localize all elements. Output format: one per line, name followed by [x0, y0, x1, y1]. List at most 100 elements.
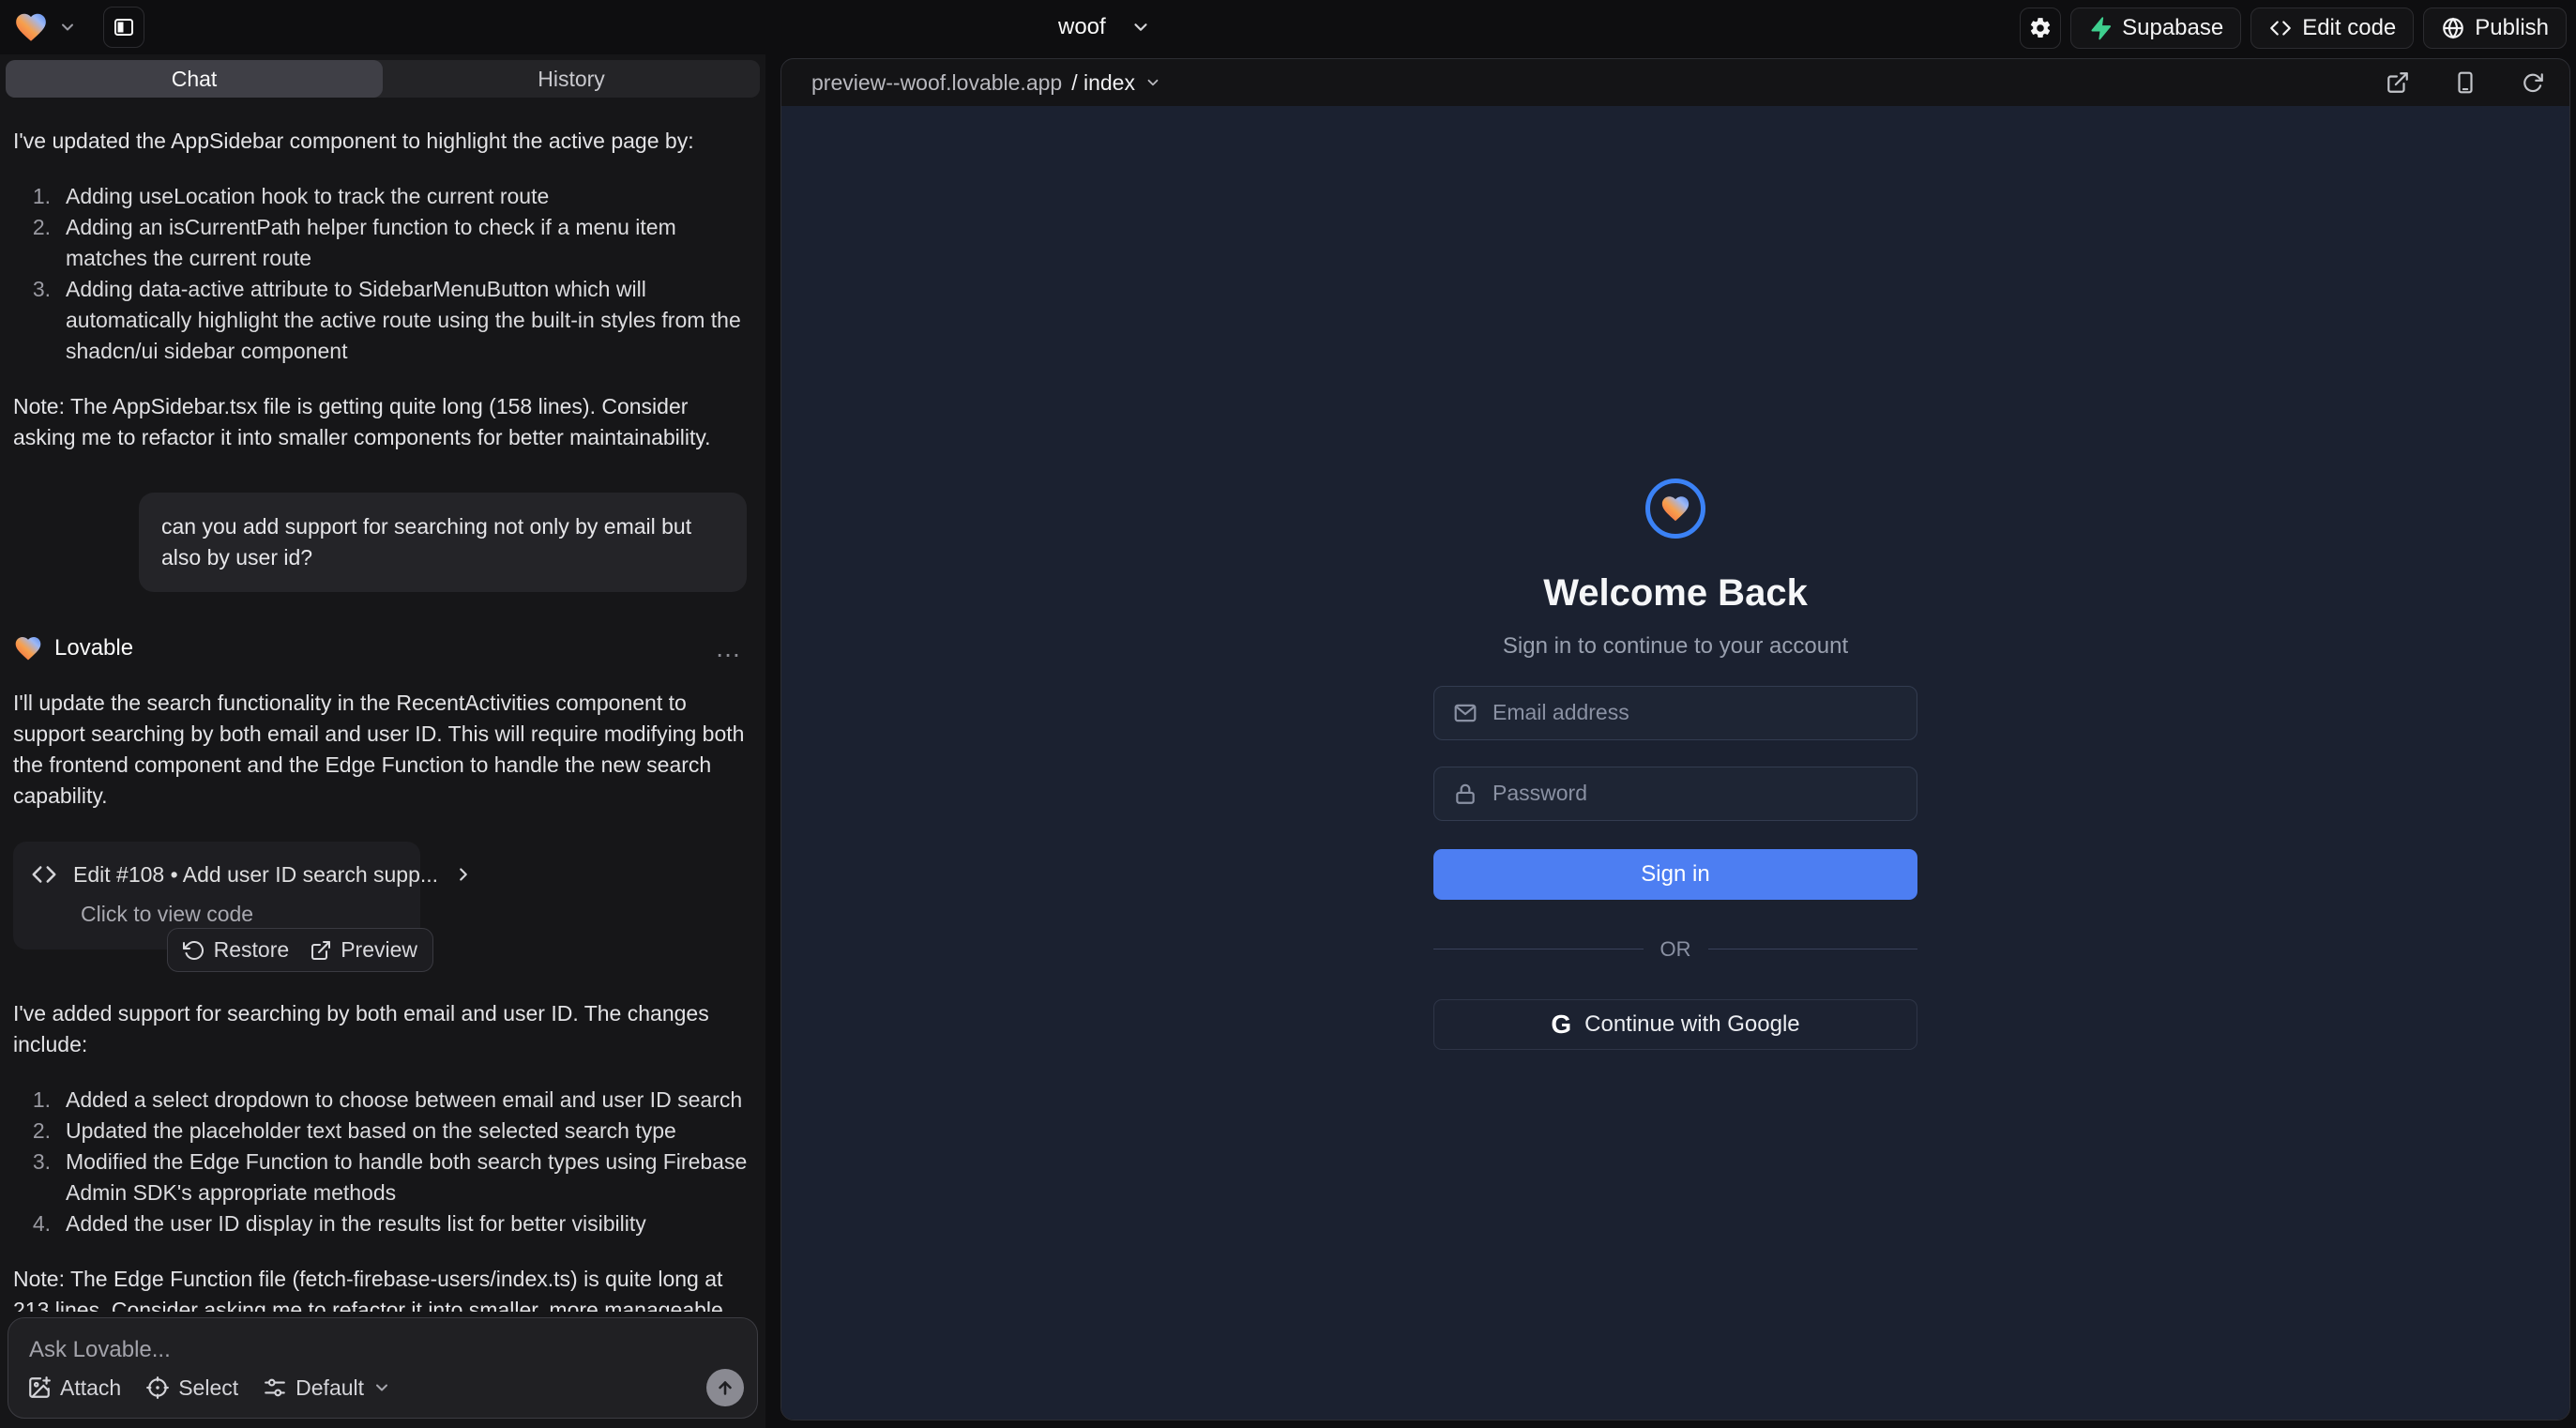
- signin-logo: [1645, 479, 1705, 539]
- settings-button[interactable]: [2020, 8, 2061, 49]
- select-button[interactable]: Select: [145, 1375, 238, 1401]
- or-divider: OR: [1433, 937, 1917, 962]
- sender-name: Lovable: [54, 635, 133, 661]
- composer-input[interactable]: [29, 1337, 740, 1363]
- chevron-right-icon: [453, 864, 474, 885]
- list-item: Added a select dropdown to choose betwee…: [13, 1085, 749, 1116]
- chat-history-tabs: Chat History: [6, 60, 760, 98]
- assistant-message: Lovable … I'll update the search functio…: [13, 633, 749, 1312]
- composer: Attach Select Default: [8, 1317, 758, 1419]
- signin-card: Welcome Back Sign in to continue to your…: [1433, 479, 1917, 1050]
- preview-url-button[interactable]: preview--woof.lovable.app / index: [811, 70, 1161, 96]
- tab-chat[interactable]: Chat: [6, 60, 383, 98]
- sidebar-toggle-button[interactable]: [103, 7, 144, 48]
- panel-left-icon: [113, 16, 135, 38]
- publish-label: Publish: [2475, 15, 2549, 41]
- image-plus-icon: [27, 1375, 52, 1400]
- welcome-subtitle: Sign in to continue to your account: [1503, 633, 1848, 660]
- project-switcher[interactable]: woof: [1058, 0, 1151, 54]
- chat-panel: Chat History I've updated the AppSidebar…: [0, 54, 765, 1428]
- open-external-button[interactable]: [2386, 70, 2410, 95]
- gear-icon: [2028, 16, 2053, 40]
- publish-button[interactable]: Publish: [2423, 8, 2567, 49]
- attach-button[interactable]: Attach: [27, 1375, 121, 1401]
- refresh-icon: [2521, 70, 2545, 95]
- password-input[interactable]: [1493, 781, 1898, 806]
- list-item: Adding an isCurrentPath helper function …: [13, 212, 749, 274]
- url-path: / index: [1071, 70, 1135, 96]
- google-icon: G: [1551, 1010, 1571, 1040]
- list-item: Adding useLocation hook to track the cur…: [13, 181, 749, 212]
- edit-code-label: Edit code: [2302, 15, 2396, 41]
- external-link-icon: [310, 939, 332, 962]
- message-menu-button[interactable]: …: [715, 633, 749, 663]
- user-message-bubble: can you add support for searching not on…: [139, 493, 747, 592]
- email-input[interactable]: [1493, 700, 1898, 725]
- mode-label: Default: [295, 1375, 364, 1401]
- arrow-up-icon: [715, 1377, 735, 1398]
- supabase-button[interactable]: Supabase: [2070, 8, 2241, 49]
- ordered-list: Added a select dropdown to choose betwee…: [13, 1085, 749, 1239]
- chevron-down-icon: [372, 1378, 391, 1397]
- attach-label: Attach: [60, 1375, 121, 1401]
- list-item: Modified the Edge Function to handle bot…: [13, 1147, 749, 1208]
- restore-preview-pill: Restore Preview: [167, 928, 433, 972]
- mobile-view-button[interactable]: [2453, 70, 2478, 95]
- message-note: Note: The Edge Function file (fetch-fire…: [13, 1264, 749, 1312]
- edit-card-subtitle[interactable]: Click to view code: [81, 902, 403, 927]
- project-chevron-down-icon: [1130, 17, 1151, 38]
- lovable-avatar-heart-icon: [13, 633, 43, 663]
- lock-icon: [1453, 782, 1477, 806]
- globe-icon: [2441, 16, 2465, 40]
- preview-viewport: Welcome Back Sign in to continue to your…: [781, 106, 2569, 1420]
- email-field[interactable]: [1433, 686, 1917, 740]
- select-label: Select: [178, 1375, 238, 1401]
- signin-button[interactable]: Sign in: [1433, 849, 1917, 900]
- list-item: Added the user ID display in the results…: [13, 1208, 749, 1239]
- send-button[interactable]: [706, 1369, 744, 1406]
- preview-label: Preview: [341, 937, 417, 963]
- list-item: Updated the placeholder text based on th…: [13, 1116, 749, 1147]
- message-note: Note: The AppSidebar.tsx file is getting…: [13, 391, 749, 453]
- password-field[interactable]: [1433, 767, 1917, 821]
- tab-history[interactable]: History: [383, 60, 760, 98]
- list-item: Adding data-active attribute to SidebarM…: [13, 274, 749, 367]
- chat-message-list[interactable]: I've updated the AppSidebar component to…: [0, 105, 765, 1312]
- preview-button[interactable]: Preview: [310, 937, 417, 963]
- refresh-button[interactable]: [2521, 70, 2545, 95]
- message-paragraph: I'll update the search functionality in …: [13, 688, 749, 812]
- supabase-label: Supabase: [2122, 15, 2223, 41]
- mail-icon: [1453, 701, 1477, 725]
- mode-button[interactable]: Default: [263, 1375, 391, 1401]
- lovable-logo-heart-icon[interactable]: [13, 9, 49, 45]
- crosshair-icon: [145, 1375, 170, 1400]
- preview-panel: preview--woof.lovable.app / index: [780, 58, 2570, 1420]
- heart-icon: [1659, 493, 1691, 524]
- restore-label: Restore: [214, 937, 290, 963]
- ordered-list: Adding useLocation hook to track the cur…: [13, 181, 749, 367]
- welcome-title: Welcome Back: [1543, 572, 1808, 615]
- sliders-icon: [263, 1375, 287, 1400]
- message-paragraph: I've updated the AppSidebar component to…: [13, 126, 749, 157]
- edit-card[interactable]: Edit #108 • Add user ID search supp... C…: [13, 842, 420, 949]
- assistant-message: I've updated the AppSidebar component to…: [13, 126, 749, 453]
- code-icon: [2268, 16, 2293, 40]
- top-chrome: woof Supabase Edit code Publish: [0, 0, 2576, 54]
- logo-chevron-down-icon[interactable]: [58, 18, 77, 37]
- project-title: woof: [1058, 14, 1106, 40]
- google-button[interactable]: G Continue with Google: [1433, 999, 1917, 1050]
- smartphone-icon: [2453, 70, 2478, 95]
- or-label: OR: [1660, 937, 1691, 962]
- edit-card-title: Edit #108 • Add user ID search supp...: [73, 862, 438, 888]
- restore-button[interactable]: Restore: [183, 937, 290, 963]
- preview-header: preview--woof.lovable.app / index: [781, 59, 2569, 106]
- google-label: Continue with Google: [1584, 1011, 1799, 1038]
- edit-code-button[interactable]: Edit code: [2250, 8, 2414, 49]
- url-host: preview--woof.lovable.app: [811, 70, 1062, 96]
- message-paragraph: I've added support for searching by both…: [13, 998, 749, 1060]
- restore-icon: [183, 939, 205, 962]
- supabase-icon: [2088, 16, 2113, 40]
- url-chevron-down-icon: [1144, 74, 1161, 91]
- external-link-icon: [2386, 70, 2410, 95]
- code-icon: [30, 860, 58, 889]
